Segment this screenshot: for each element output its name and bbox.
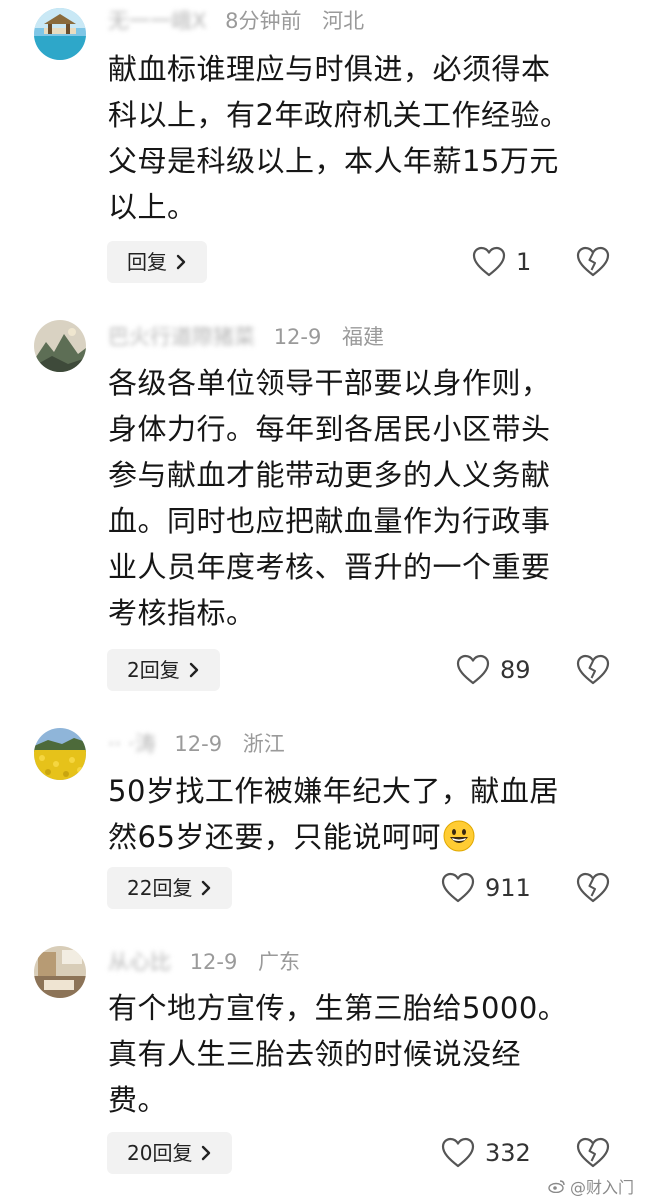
heart-icon [441, 872, 475, 903]
reply-label: 回复 [127, 250, 167, 274]
comment-location: 福建 [342, 325, 385, 349]
username[interactable]: 无一一峨X [108, 9, 206, 33]
comment-time: 8分钟前 [225, 9, 302, 33]
like-count: 89 [500, 656, 531, 684]
grinning-face-emoji-icon [443, 820, 475, 852]
watermark-text: @财入门 [570, 1178, 635, 1197]
like-count: 1 [516, 248, 532, 276]
heart-icon [456, 654, 490, 685]
chevron-right-icon [202, 880, 211, 896]
comment-meta: 从心比 12-9 广东 [108, 947, 300, 977]
like-button[interactable]: 89 [456, 650, 531, 690]
username[interactable]: ·· ·涛 [108, 732, 156, 756]
weibo-logo-icon [548, 1180, 565, 1193]
reply-label: 20回复 [127, 1141, 193, 1165]
comment-line: 科以上，有2年政府机关工作经验。 [108, 98, 570, 132]
reply-button[interactable]: 2回复 [107, 649, 220, 691]
comment-line: 以上。 [108, 190, 197, 224]
flower-field-avatar-icon [34, 728, 86, 780]
reply-button[interactable]: 20回复 [107, 1132, 233, 1174]
comment-text: 献血标谁理应与时俱进，必须得本 科以上，有2年政府机关工作经验。 父母是科级以上… [108, 46, 608, 230]
dislike-broken-heart-icon[interactable] [576, 1136, 610, 1170]
reply-label: 2回复 [127, 658, 180, 682]
comment-text: 50岁找工作被嫌年纪大了，献血居 然65岁还要，只能说呵呵 [108, 768, 608, 860]
beach-avatar-icon [34, 8, 86, 60]
comment-line: 50岁找工作被嫌年纪大了，献血居 [108, 774, 559, 808]
comment-line: 血。同时也应把献血量作为行政事 [108, 504, 551, 538]
comment-line: 费。 [108, 1083, 168, 1117]
heart-icon [472, 246, 506, 277]
landscape-avatar-icon [34, 320, 86, 372]
comment-time: 12-9 [273, 325, 322, 349]
username[interactable]: 巴火行道際猪菜 [108, 325, 255, 349]
comment-time: 12-9 [174, 732, 223, 756]
comment-line: 考核指标。 [108, 596, 256, 630]
weibo-watermark: @财入门 [548, 1174, 634, 1198]
user-avatar[interactable] [34, 728, 86, 780]
chevron-right-icon [202, 1145, 211, 1161]
chevron-right-icon [176, 254, 186, 270]
like-button[interactable]: 332 [441, 1133, 531, 1173]
dislike-broken-heart-icon[interactable] [576, 653, 610, 687]
comment-meta: ·· ·涛 12-9 浙江 [108, 729, 285, 759]
chevron-right-icon [189, 662, 198, 678]
like-count: 911 [485, 874, 531, 902]
comment-time: 12-9 [189, 950, 238, 974]
comment-meta: 巴火行道際猪菜 12-9 福建 [108, 322, 384, 352]
dislike-broken-heart-icon[interactable] [576, 245, 610, 279]
like-button[interactable]: 1 [472, 242, 531, 282]
comment-line: 身体力行。每年到各居民小区带头 [108, 412, 551, 446]
heart-icon [441, 1137, 475, 1168]
room-avatar-icon [34, 946, 86, 998]
comment-line: 献血标谁理应与时俱进，必须得本 [108, 52, 551, 86]
dislike-broken-heart-icon[interactable] [576, 871, 610, 905]
like-button[interactable]: 911 [441, 868, 531, 908]
comment-text: 有个地方宣传，生第三胎给5000。 真有人生三胎去领的时候说没经 费。 [108, 985, 608, 1123]
user-avatar[interactable] [34, 946, 86, 998]
like-count: 332 [485, 1139, 531, 1167]
comment-line: 各级各单位领导干部要以身作则， [108, 366, 551, 400]
comment-location: 广东 [258, 950, 301, 974]
comment-line: 业人员年度考核、晋升的一个重要 [108, 550, 551, 584]
username[interactable]: 从心比 [108, 950, 171, 974]
comment-line: 有个地方宣传，生第三胎给5000。 [108, 991, 568, 1025]
comment-location: 河北 [322, 9, 365, 33]
reply-button[interactable]: 22回复 [107, 867, 233, 909]
reply-button[interactable]: 回复 [107, 241, 207, 283]
user-avatar[interactable] [34, 320, 86, 372]
comment-location: 浙江 [242, 732, 285, 756]
user-avatar[interactable] [34, 8, 86, 60]
comment-line: 真有人生三胎去领的时候说没经 [108, 1037, 522, 1071]
comment-line: 然65岁还要，只能说呵呵 [108, 814, 608, 860]
comment-text: 各级各单位领导干部要以身作则， 身体力行。每年到各居民小区带头 参与献血才能带动… [108, 360, 608, 636]
comment-line-text: 然65岁还要，只能说呵呵 [108, 820, 441, 854]
comment-meta: 无一一峨X 8分钟前 河北 [108, 6, 364, 36]
comment-line: 参与献血才能带动更多的人义务献 [108, 458, 551, 492]
comment-line: 父母是科级以上，本人年薪15万元 [108, 144, 559, 178]
reply-label: 22回复 [127, 876, 193, 900]
